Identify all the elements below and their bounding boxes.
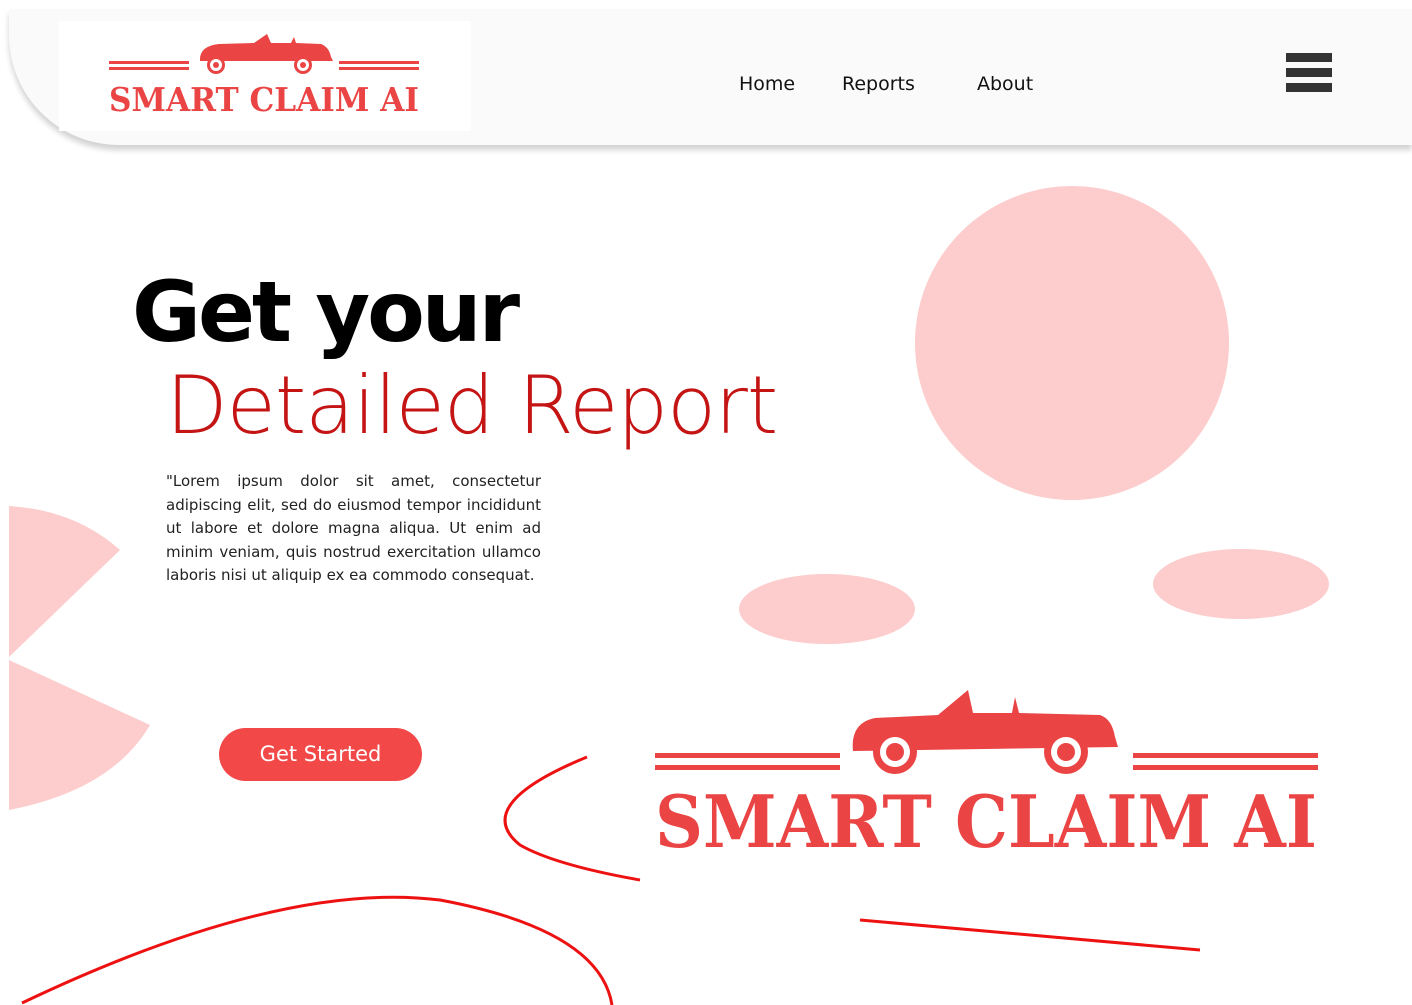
hero-description: "Lorem ipsum dolor sit amet, consectetur… [166, 472, 541, 584]
brand-logo-text: SMART CLAIM AI [655, 779, 1317, 860]
logo-text: SMART CLAIM AI [109, 80, 419, 119]
hamburger-menu-icon[interactable] [1286, 53, 1332, 93]
red-line-bottom-right [859, 918, 1201, 952]
hero-title: Get your [132, 263, 520, 361]
nav-home-link[interactable]: Home [739, 73, 795, 95]
nav-reports-link[interactable]: Reports [842, 73, 915, 95]
red-arc-middle [503, 755, 641, 882]
nav-about-link[interactable]: About [977, 73, 1033, 95]
site-logo[interactable]: SMART CLAIM AI [59, 21, 471, 131]
pink-ellipse-middle [739, 574, 915, 644]
get-started-button[interactable]: Get Started [219, 728, 422, 781]
pink-wedge-upper [9, 506, 120, 657]
convertible-car-icon [655, 690, 1318, 774]
red-arc-bottom [21, 895, 614, 1005]
pink-wedge-lower [9, 660, 150, 810]
brand-logo: SMART CLAIM AI [655, 690, 1318, 860]
page: SMART CLAIM AI Home Reports About Get yo… [0, 0, 1412, 1005]
large-pink-circle [915, 186, 1229, 500]
hero-subtitle: Detailed Report [166, 359, 778, 452]
site-header: SMART CLAIM AI Home Reports About [9, 9, 1412, 145]
logo-car-icon: SMART CLAIM AI [109, 34, 419, 119]
pink-ellipse-right [1153, 549, 1329, 619]
